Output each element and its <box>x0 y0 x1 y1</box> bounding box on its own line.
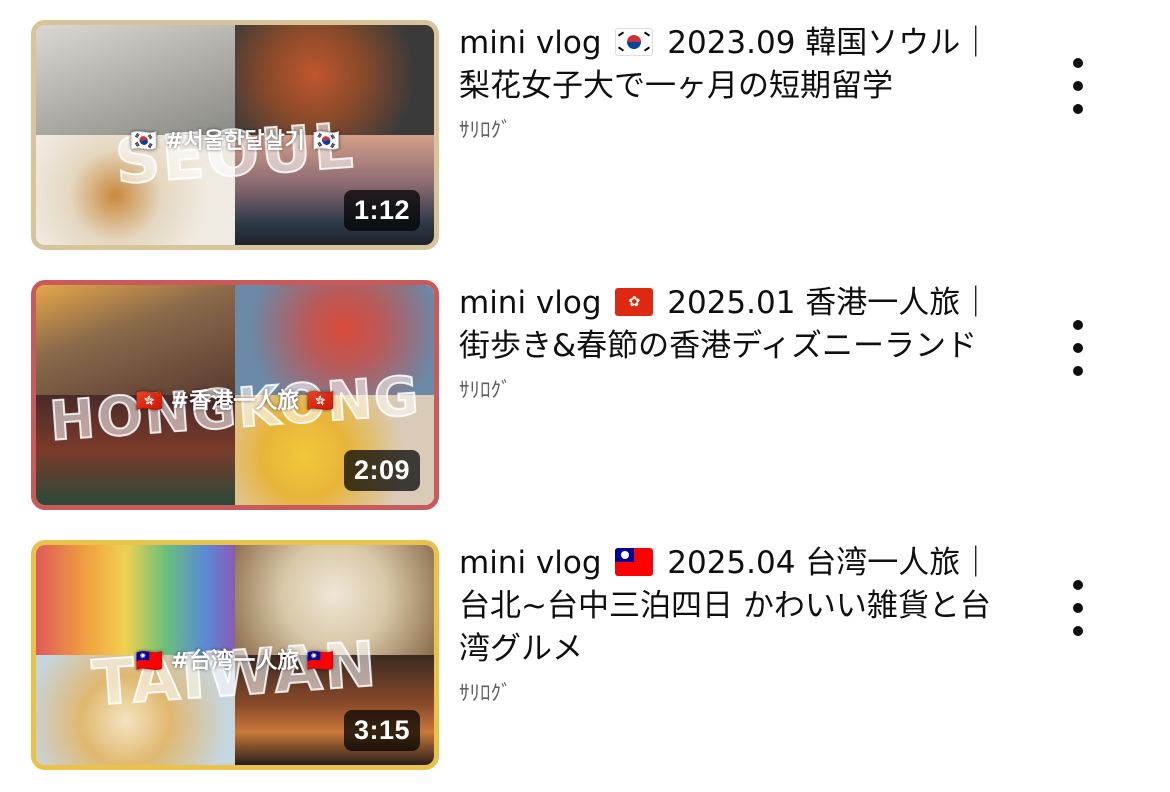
title-prefix: mini vlog <box>459 545 602 581</box>
thumbnail-hashtag: 🇹🇼 #台湾一人旅 🇹🇼 <box>135 649 335 674</box>
thumbnail-hashtag: 🇰🇷 #서울한달살기 🇰🇷 <box>130 129 340 154</box>
duration-badge: 3:15 <box>343 710 420 751</box>
dot-icon <box>1073 603 1083 613</box>
duration-badge: 2:09 <box>343 450 420 491</box>
dot-icon <box>1073 81 1083 91</box>
dot-icon <box>1073 343 1083 353</box>
video-meta: mini vlog 2025.04 台湾一人旅｜台北~台中三泊四日 かわいい雑貨… <box>459 542 1019 707</box>
video-item[interactable]: HONGKONG 🇭🇰 #香港一人旅 🇭🇰 2:09 mini vlog ✿ 2… <box>0 280 1170 530</box>
dot-icon <box>1073 320 1083 330</box>
more-options-button[interactable] <box>1060 320 1096 376</box>
video-item[interactable]: TAIWAN 🇹🇼 #台湾一人旅 🇹🇼 3:15 mini vlog 2025.… <box>0 540 1170 790</box>
video-meta: mini vlog 2023.09 韓国ソウル｜梨花女子大で一ヶ月の短期留学 ｻ… <box>459 22 1019 144</box>
video-meta: mini vlog ✿ 2025.01 香港一人旅｜街歩き&春節の香港ディズニー… <box>459 282 1019 404</box>
video-list: SEOUL 🇰🇷 #서울한달살기 🇰🇷 1:12 mini vlog 2023.… <box>0 0 1170 792</box>
video-title[interactable]: mini vlog 2023.09 韓国ソウル｜梨花女子大で一ヶ月の短期留学 <box>459 22 1019 108</box>
channel-name[interactable]: ｻﾘﾛｸﾞ <box>459 114 1019 144</box>
more-options-button[interactable] <box>1060 580 1096 636</box>
kr-flag-icon <box>615 28 654 56</box>
dot-icon <box>1073 104 1083 114</box>
video-thumbnail[interactable]: SEOUL 🇰🇷 #서울한달살기 🇰🇷 1:12 <box>31 20 439 250</box>
hk-flag-icon: ✿ <box>615 288 654 316</box>
title-prefix: mini vlog <box>459 285 602 321</box>
thumbnail-hashtag: 🇭🇰 #香港一人旅 🇭🇰 <box>135 389 335 414</box>
dot-icon <box>1073 580 1083 590</box>
title-prefix: mini vlog <box>459 25 602 61</box>
more-options-button[interactable] <box>1060 58 1096 114</box>
video-title[interactable]: mini vlog ✿ 2025.01 香港一人旅｜街歩き&春節の香港ディズニー… <box>459 282 1019 368</box>
channel-name[interactable]: ｻﾘﾛｸﾞ <box>459 677 1019 707</box>
tw-flag-icon <box>615 548 654 576</box>
duration-badge: 1:12 <box>343 190 420 231</box>
dot-icon <box>1073 58 1083 68</box>
video-title[interactable]: mini vlog 2025.04 台湾一人旅｜台北~台中三泊四日 かわいい雑貨… <box>459 542 1019 671</box>
dot-icon <box>1073 366 1083 376</box>
dot-icon <box>1073 626 1083 636</box>
video-thumbnail[interactable]: HONGKONG 🇭🇰 #香港一人旅 🇭🇰 2:09 <box>31 280 439 510</box>
video-item[interactable]: SEOUL 🇰🇷 #서울한달살기 🇰🇷 1:12 mini vlog 2023.… <box>0 20 1170 270</box>
channel-name[interactable]: ｻﾘﾛｸﾞ <box>459 374 1019 404</box>
video-thumbnail[interactable]: TAIWAN 🇹🇼 #台湾一人旅 🇹🇼 3:15 <box>31 540 439 770</box>
